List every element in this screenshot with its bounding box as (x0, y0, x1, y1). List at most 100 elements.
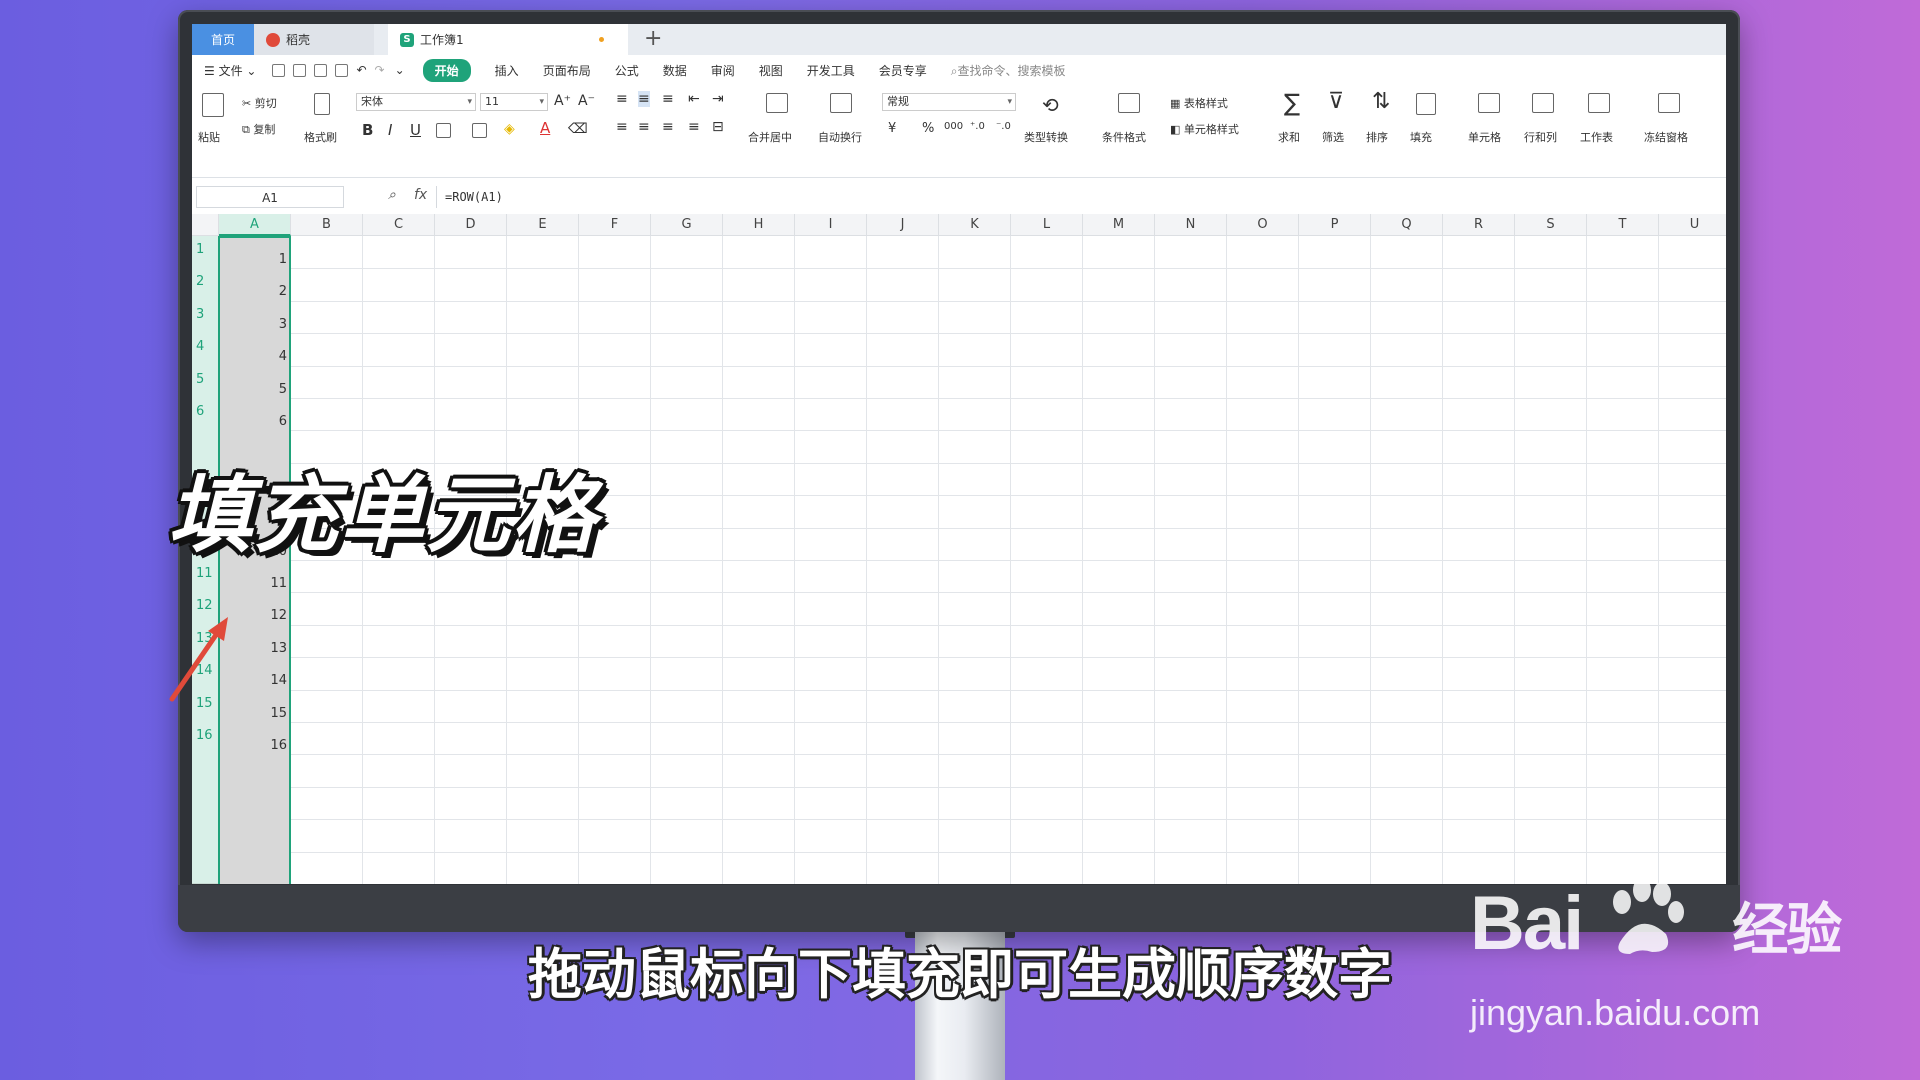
tab-daoke[interactable]: 稻壳 (254, 24, 374, 55)
column-header-n[interactable]: N (1155, 214, 1227, 236)
font-size-select[interactable]: 11 (480, 93, 548, 111)
menu-tab-view[interactable]: 视图 (759, 62, 783, 79)
conditional-format-button[interactable]: 条件格式 (1102, 129, 1146, 145)
column-header-l[interactable]: L (1011, 214, 1083, 236)
row-header-2[interactable]: 2 (196, 274, 204, 289)
new-tab-button[interactable]: + (644, 26, 662, 51)
column-header-u[interactable]: U (1659, 214, 1726, 236)
format-painter-icon[interactable] (314, 93, 330, 115)
column-header-b[interactable]: B (291, 214, 363, 236)
preview-icon[interactable] (335, 63, 349, 77)
freeze-icon[interactable] (1658, 93, 1680, 113)
thousands-button[interactable]: 000 (944, 121, 963, 132)
command-search[interactable]: ⌕查找命令、搜索模板 (951, 62, 1066, 79)
underline-button[interactable]: U (410, 121, 421, 139)
sort-icon[interactable]: ⇅ (1372, 89, 1390, 114)
paste-icon[interactable] (202, 93, 224, 117)
cell-button[interactable]: 单元格 (1468, 129, 1501, 145)
file-menu[interactable]: ☰ 文件 ⌄ (204, 62, 256, 79)
cell-style-icon[interactable] (472, 123, 487, 138)
font-name-select[interactable]: 宋体 (356, 93, 476, 111)
column-header-j[interactable]: J (867, 214, 939, 236)
select-all-corner[interactable] (192, 214, 219, 236)
menu-tab-developer[interactable]: 开发工具 (807, 62, 855, 79)
font-color-icon[interactable]: A (540, 119, 550, 137)
column-header-k[interactable]: K (939, 214, 1011, 236)
fx-icon[interactable]: fx (414, 187, 427, 203)
row-header-3[interactable]: 3 (196, 307, 204, 322)
column-header-o[interactable]: O (1227, 214, 1299, 236)
tab-workbook[interactable]: S 工作簿1 (388, 24, 628, 55)
column-header-i[interactable]: I (795, 214, 867, 236)
column-header-q[interactable]: Q (1371, 214, 1443, 236)
undo-icon[interactable]: ↶ (356, 63, 366, 77)
redo-icon[interactable]: ↷ (375, 63, 385, 77)
percent-button[interactable]: % (922, 121, 934, 136)
name-box[interactable]: A1 (196, 186, 344, 208)
wrap-text-icon[interactable] (830, 93, 852, 113)
bold-button[interactable]: B (362, 121, 373, 139)
align-right-icon[interactable]: ≡ (662, 119, 674, 135)
increase-decimal-icon[interactable]: ⁺.0 (970, 121, 985, 132)
sort-button[interactable]: 排序 (1366, 129, 1388, 145)
row-header-6[interactable]: 6 (196, 404, 204, 419)
decrease-indent-icon[interactable]: ⇤ (688, 91, 700, 107)
filter-icon[interactable]: ⊽ (1328, 89, 1344, 114)
italic-button[interactable]: I (388, 121, 392, 139)
column-header-p[interactable]: P (1299, 214, 1371, 236)
save-icon[interactable] (272, 63, 286, 77)
type-convert-icon[interactable]: ⟲ (1042, 93, 1059, 117)
decrease-font-icon[interactable]: A⁻ (578, 93, 595, 109)
menu-tab-data[interactable]: 数据 (663, 62, 687, 79)
column-header-r[interactable]: R (1443, 214, 1515, 236)
align-middle-icon[interactable]: ≡ (638, 91, 650, 107)
menu-tab-formula[interactable]: 公式 (615, 62, 639, 79)
increase-font-icon[interactable]: A⁺ (554, 93, 571, 109)
distribute-icon[interactable]: ⊟ (712, 119, 724, 135)
align-bottom-icon[interactable]: ≡ (662, 91, 674, 107)
clear-format-icon[interactable]: ⌫ (568, 121, 588, 137)
column-header-f[interactable]: F (579, 214, 651, 236)
conditional-format-icon[interactable] (1118, 93, 1140, 113)
quick-access-more-icon[interactable]: ⌄ (395, 63, 405, 77)
align-center-icon[interactable]: ≡ (638, 119, 650, 135)
formula-input[interactable]: =ROW(A1) (436, 186, 1726, 208)
column-header-t[interactable]: T (1587, 214, 1659, 236)
row-header-5[interactable]: 5 (196, 372, 204, 387)
row-header-1[interactable]: 1 (196, 242, 204, 257)
currency-button[interactable]: ¥ (888, 121, 896, 136)
menu-tab-insert[interactable]: 插入 (495, 62, 519, 79)
fill-button[interactable]: 填充 (1410, 129, 1432, 145)
column-header-e[interactable]: E (507, 214, 579, 236)
column-header-h[interactable]: H (723, 214, 795, 236)
column-header-g[interactable]: G (651, 214, 723, 236)
menu-tab-member[interactable]: 会员专享 (879, 62, 927, 79)
sum-icon[interactable]: ∑ (1284, 89, 1300, 117)
column-header-d[interactable]: D (435, 214, 507, 236)
export-icon[interactable] (293, 63, 307, 77)
format-painter-button[interactable]: 格式刷 (304, 129, 337, 145)
increase-indent-icon[interactable]: ⇥ (712, 91, 724, 107)
cut-button[interactable]: ✂ 剪切 (242, 95, 277, 111)
align-left-icon[interactable]: ≡ (616, 119, 628, 135)
tab-home[interactable]: 首页 (192, 24, 254, 55)
column-header-a[interactable]: A (219, 214, 291, 236)
border-icon[interactable] (436, 123, 451, 138)
copy-button[interactable]: ⧉ 复制 (242, 121, 275, 137)
freeze-button[interactable]: 冻结窗格 (1644, 129, 1688, 145)
row-header-4[interactable]: 4 (196, 339, 204, 354)
cell-icon[interactable] (1478, 93, 1500, 113)
column-header-c[interactable]: C (363, 214, 435, 236)
row-header-16[interactable]: 16 (196, 728, 213, 743)
justify-icon[interactable]: ≡ (688, 119, 700, 135)
merge-center-icon[interactable] (766, 93, 788, 113)
merge-center-button[interactable]: 合并居中 (748, 129, 792, 145)
number-format-select[interactable]: 常规 (882, 93, 1016, 111)
wrap-text-button[interactable]: 自动换行 (818, 129, 862, 145)
worksheet-icon[interactable] (1588, 93, 1610, 113)
column-header-s[interactable]: S (1515, 214, 1587, 236)
row-col-button[interactable]: 行和列 (1524, 129, 1557, 145)
cell-style-button[interactable]: ◧ 单元格样式 (1170, 121, 1239, 137)
fill-color-icon[interactable]: ◈ (504, 121, 515, 137)
menu-tab-start[interactable]: 开始 (422, 58, 471, 82)
